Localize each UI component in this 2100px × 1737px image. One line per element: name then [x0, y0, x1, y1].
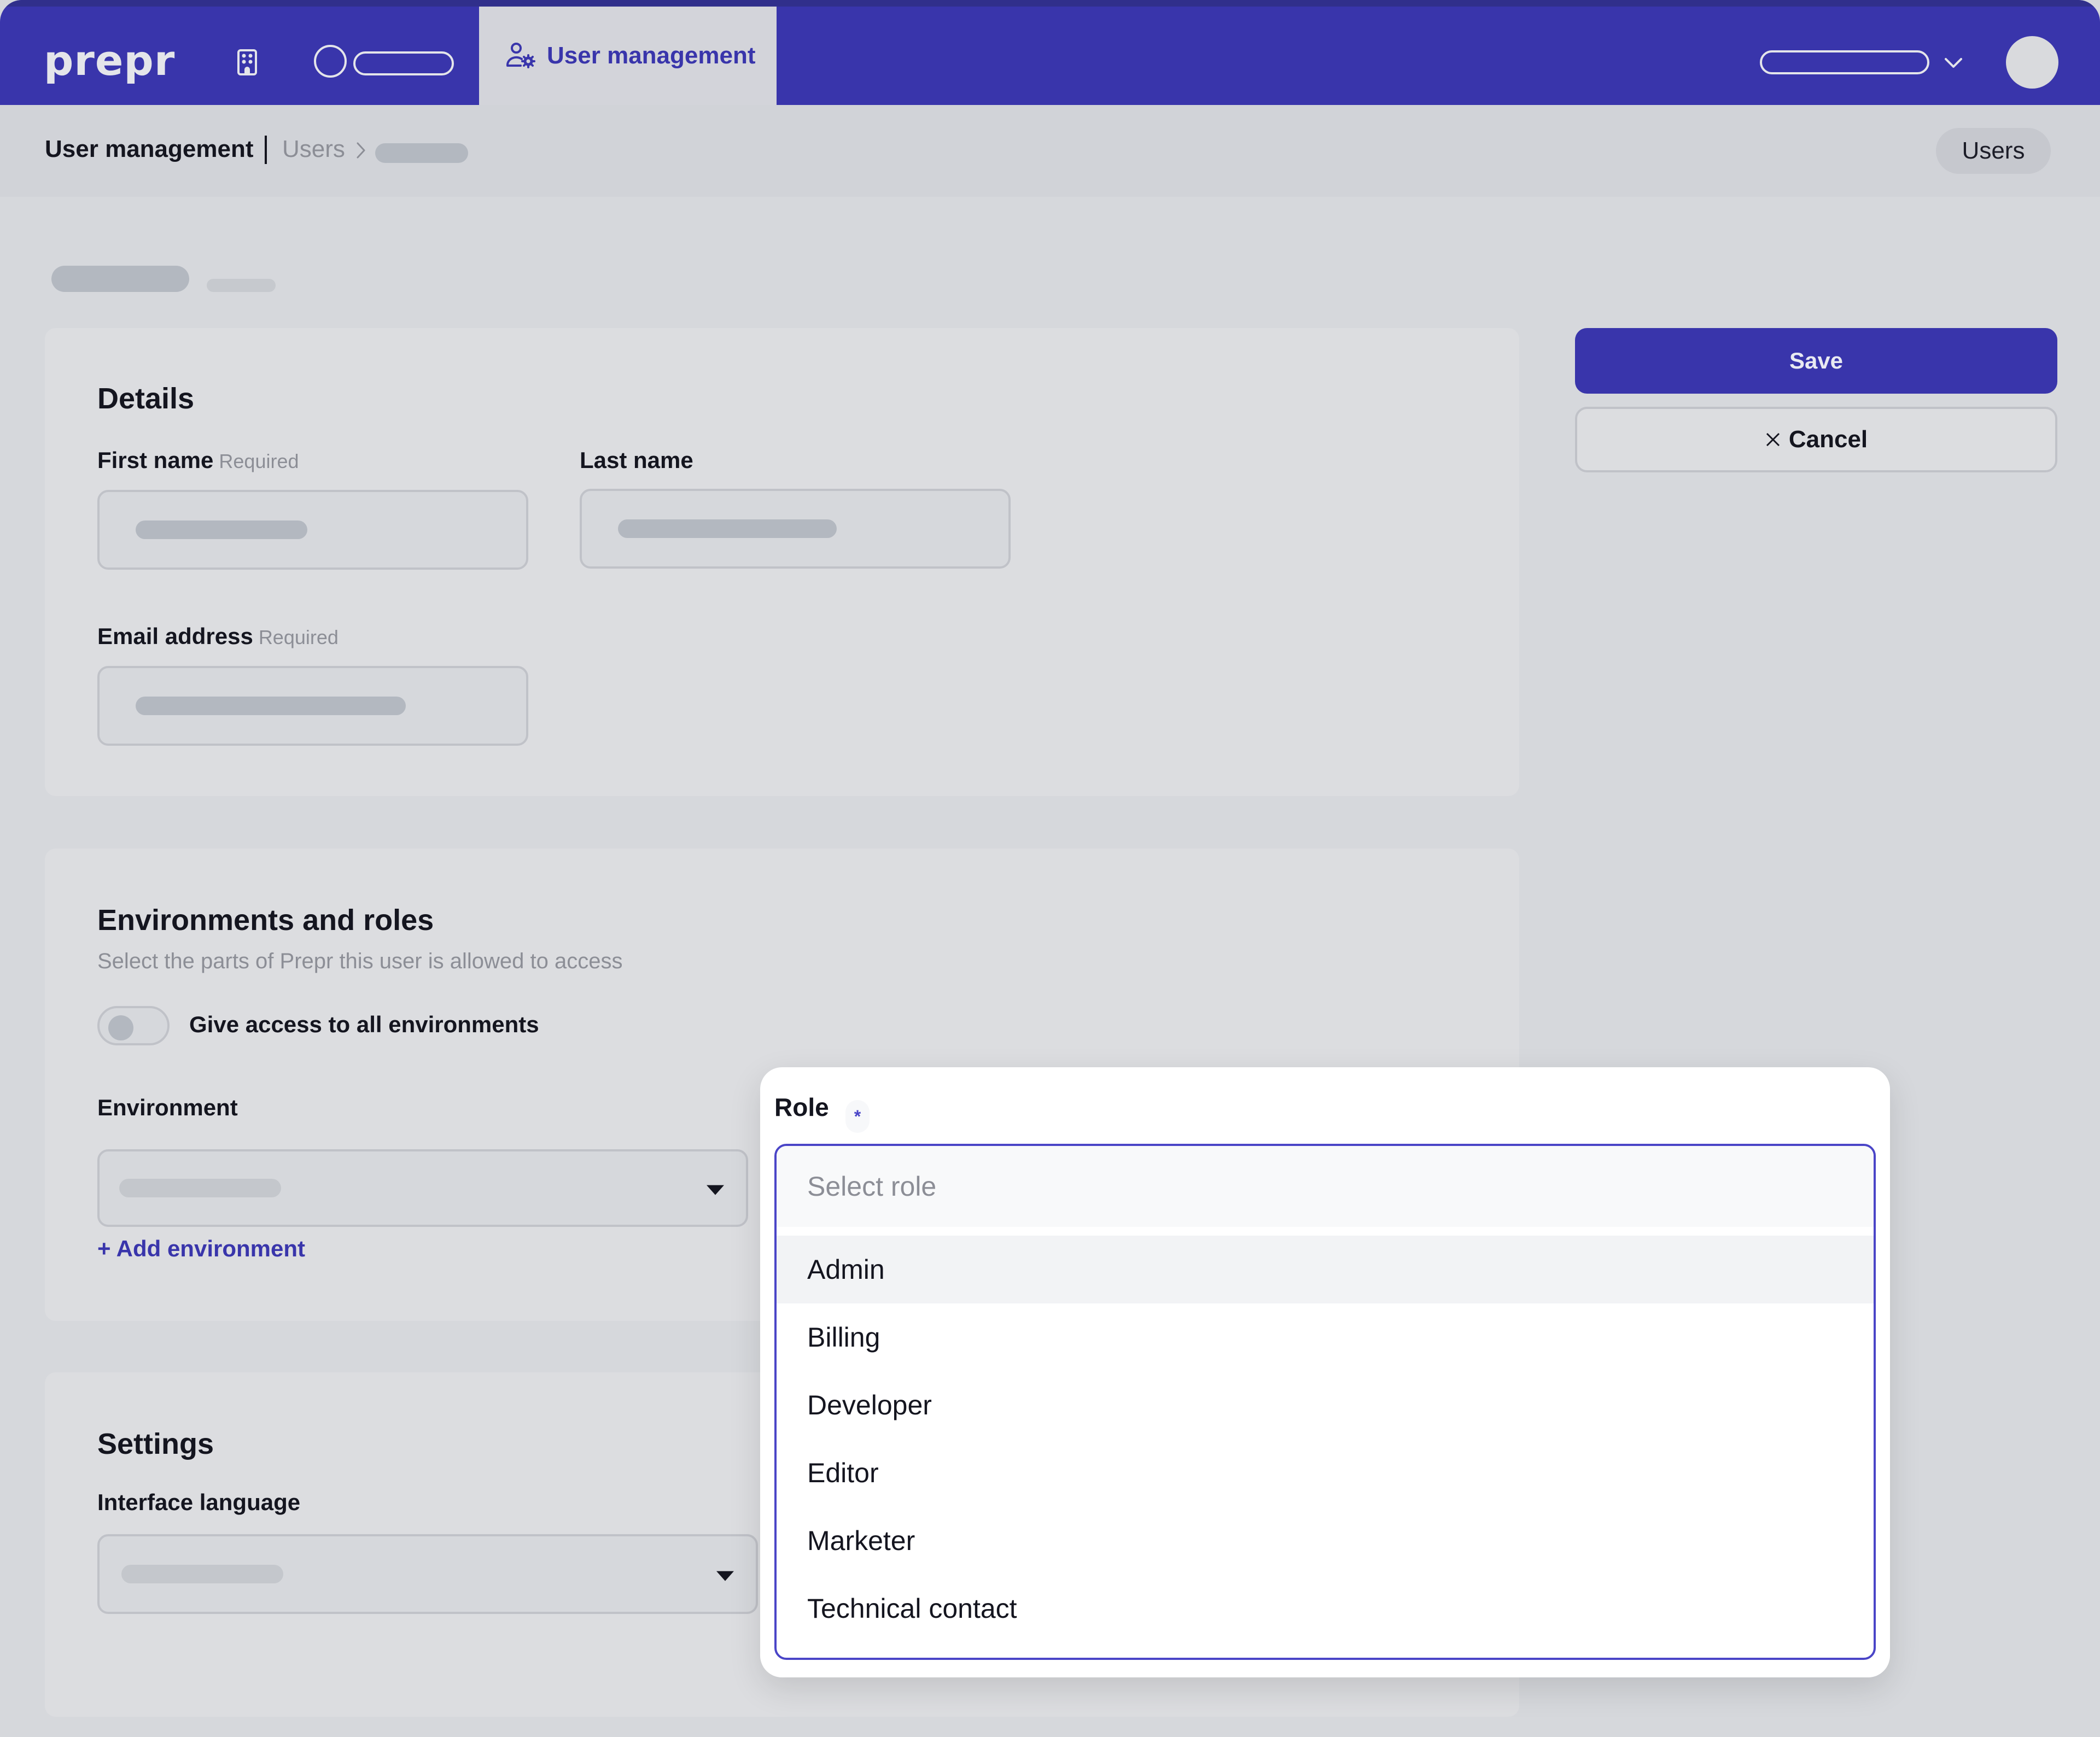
top-nav: prepr User management — [0, 0, 2100, 105]
close-icon — [1766, 432, 1780, 447]
role-option-billing[interactable]: Billing — [777, 1303, 1874, 1371]
role-option-admin[interactable]: Admin — [777, 1236, 1874, 1303]
prepr-logo[interactable]: prepr — [44, 36, 175, 85]
email-value-placeholder — [136, 697, 406, 715]
last-name-value-placeholder — [618, 519, 837, 538]
cancel-button[interactable]: Cancel — [1575, 407, 2057, 472]
tab-label: User management — [547, 42, 756, 69]
interface-language-select[interactable] — [97, 1534, 758, 1614]
interface-language-label: Interface language — [97, 1489, 301, 1515]
caret-down-icon — [707, 1185, 724, 1195]
breadcrumb-section[interactable]: User management — [45, 136, 253, 163]
breadcrumb-divider — [265, 136, 267, 164]
chevron-right-icon — [357, 142, 365, 159]
environment-icon[interactable] — [314, 45, 347, 78]
role-options-list: Admin Billing Developer Editor Marketer … — [777, 1236, 1874, 1642]
first-name-input[interactable] — [97, 490, 528, 570]
role-search-input[interactable] — [777, 1146, 1874, 1227]
caret-down-icon — [716, 1571, 734, 1581]
role-label: Role — [774, 1093, 829, 1121]
save-button[interactable]: Save — [1575, 328, 2057, 394]
breadcrumb: User management Users Users — [0, 105, 2100, 197]
add-environment-link[interactable]: + Add environment — [97, 1236, 305, 1262]
building-icon[interactable] — [237, 49, 257, 75]
users-chip[interactable]: Users — [1936, 128, 2051, 174]
email-input[interactable] — [97, 666, 528, 746]
role-combobox: Admin Billing Developer Editor Marketer … — [774, 1144, 1876, 1660]
first-name-label: First name Required — [97, 447, 299, 473]
required-hint: Required — [219, 450, 299, 472]
language-value-placeholder — [121, 1565, 283, 1583]
cancel-label: Cancel — [1788, 426, 1868, 453]
last-name-label: Last name — [580, 447, 693, 473]
role-dropdown-popover: Role * Admin Billing Developer Editor Ma… — [760, 1067, 1890, 1677]
details-card: Details First name Required Last name Ema… — [45, 328, 1519, 796]
role-option-editor[interactable]: Editor — [777, 1439, 1874, 1507]
all-environments-toggle[interactable] — [97, 1006, 170, 1045]
app-window: prepr User management User management Us… — [0, 0, 2100, 1737]
required-hint: Required — [258, 626, 339, 648]
first-name-label-text: First name — [97, 447, 214, 473]
required-marker: * — [845, 1100, 870, 1133]
avatar[interactable] — [2006, 36, 2058, 89]
environment-label: Environment — [97, 1095, 238, 1120]
first-name-value-placeholder — [136, 520, 307, 539]
role-option-marketer[interactable]: Marketer — [777, 1507, 1874, 1575]
tab-user-management[interactable]: User management — [479, 7, 777, 105]
environments-description: Select the parts of Prepr this user is a… — [97, 949, 623, 973]
environments-title: Environments and roles — [97, 904, 434, 937]
chevron-down-icon[interactable] — [1944, 56, 1963, 70]
all-environments-label: Give access to all environments — [189, 1011, 539, 1037]
environment-value-placeholder — [119, 1179, 281, 1197]
breadcrumb-users-link[interactable]: Users — [282, 136, 345, 163]
role-option-developer[interactable]: Developer — [777, 1371, 1874, 1439]
environment-switcher[interactable] — [353, 51, 454, 75]
organization-switcher[interactable] — [1760, 50, 1929, 74]
toggle-knob — [108, 1015, 133, 1040]
email-label: Email address Required — [97, 623, 339, 650]
breadcrumb-current-placeholder — [375, 143, 468, 163]
details-title: Details — [97, 382, 195, 415]
role-option-technical-contact[interactable]: Technical contact — [777, 1575, 1874, 1642]
environment-select[interactable] — [97, 1149, 748, 1227]
user-gear-icon — [506, 43, 535, 68]
page-subtitle-placeholder — [207, 279, 276, 292]
last-name-input[interactable] — [580, 489, 1011, 569]
email-label-text: Email address — [97, 623, 253, 649]
settings-title: Settings — [97, 1428, 214, 1460]
page-title-placeholder — [51, 266, 189, 292]
